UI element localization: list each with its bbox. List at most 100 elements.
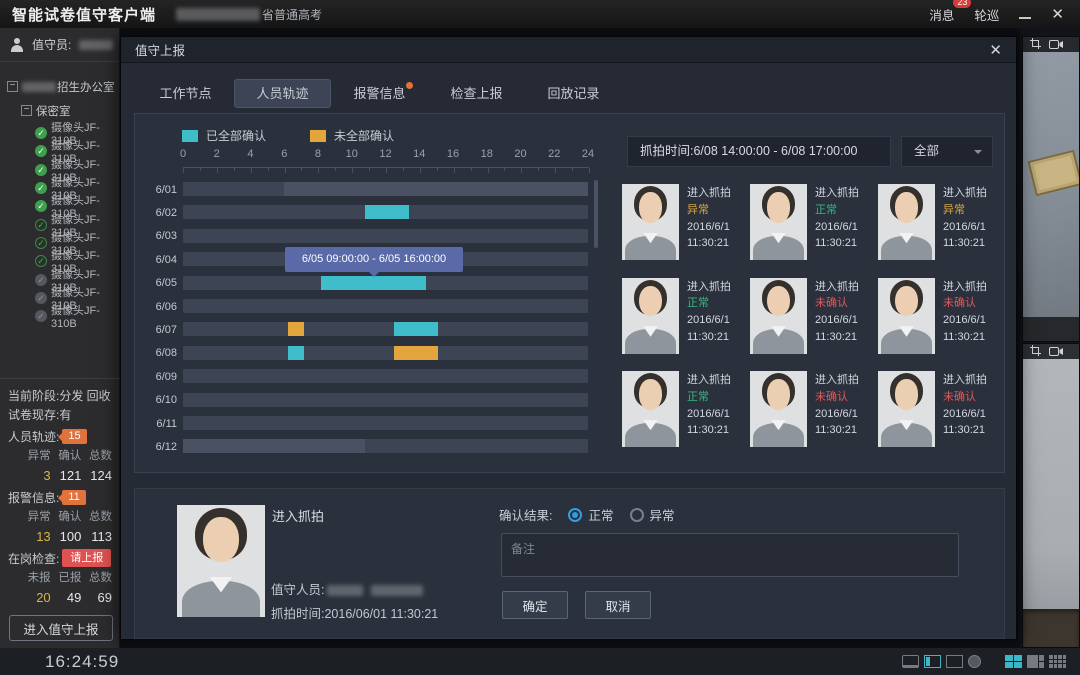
timeline-scrollbar[interactable] bbox=[594, 180, 598, 248]
tree-node-office[interactable]: 招生办公室 bbox=[0, 76, 119, 97]
sidebar-layout-icon[interactable] bbox=[924, 655, 941, 668]
timeline-track[interactable] bbox=[183, 229, 588, 243]
timeline-segment-confirmed[interactable] bbox=[394, 322, 438, 336]
capture-card[interactable]: 进入抓拍未确认2016/6/111:30:21 bbox=[878, 371, 1006, 465]
confirm-button[interactable]: 确定 bbox=[502, 591, 568, 619]
dialog-header: 值守上报 ✕ bbox=[121, 37, 1016, 63]
grid-cell bbox=[1058, 664, 1062, 668]
collapse-icon[interactable] bbox=[7, 81, 18, 92]
radio-abnormal[interactable] bbox=[630, 508, 644, 522]
capture-card[interactable]: 进入抓拍正常2016/6/111:30:21 bbox=[622, 371, 750, 465]
timeline-track[interactable] bbox=[183, 299, 588, 313]
timeline-track[interactable] bbox=[183, 205, 588, 219]
screen-icon[interactable] bbox=[902, 655, 919, 668]
camera-item[interactable]: 摄像头JF-310B bbox=[0, 307, 119, 325]
timeline-segment-range[interactable] bbox=[284, 182, 588, 196]
timeline-track[interactable] bbox=[183, 393, 588, 407]
legend-unconfirmed-label: 未全部确认 bbox=[334, 127, 394, 144]
record-icon[interactable] bbox=[968, 655, 981, 668]
timeline-row: 6/01 bbox=[135, 178, 600, 201]
capture-card[interactable]: 进入抓拍异常2016/6/111:30:21 bbox=[622, 184, 750, 278]
grid-4x4-icon[interactable] bbox=[1049, 655, 1066, 668]
capture-card[interactable]: 进入抓拍未确认2016/6/111:30:21 bbox=[750, 278, 878, 372]
timeline-segment-confirmed[interactable] bbox=[288, 346, 305, 360]
grid-cell bbox=[1063, 664, 1067, 668]
axis-tick-label: 10 bbox=[346, 148, 358, 160]
tab-4[interactable]: 检查上报 bbox=[428, 79, 525, 108]
grid-cell bbox=[1058, 655, 1062, 659]
grid-1plus5-icon[interactable] bbox=[1027, 655, 1044, 668]
crop-icon[interactable] bbox=[1030, 343, 1041, 361]
tab-5[interactable]: 回放记录 bbox=[525, 79, 622, 108]
capture-card[interactable]: 进入抓拍未确认2016/6/111:30:21 bbox=[750, 371, 878, 465]
dialog-close-icon[interactable]: ✕ bbox=[989, 41, 1002, 59]
timeline-row-label: 6/05 bbox=[141, 277, 177, 289]
camera-icon[interactable] bbox=[1049, 36, 1063, 54]
camera-icon[interactable] bbox=[1049, 343, 1063, 361]
timeline-track[interactable] bbox=[183, 439, 588, 453]
timeline-segment-confirmed[interactable] bbox=[365, 205, 409, 219]
stage-label: 当前阶段: bbox=[8, 389, 59, 403]
camera-status-icon bbox=[35, 274, 47, 286]
tree-node-label: 保密室 bbox=[36, 103, 71, 119]
capture-type: 进入抓拍 bbox=[687, 185, 731, 202]
capture-filter-dropdown[interactable]: 全部 bbox=[901, 136, 993, 167]
patrol-button[interactable]: 轮巡 bbox=[974, 5, 999, 24]
grid-cell bbox=[1005, 662, 1013, 668]
timeline-segment-unconfirmed[interactable] bbox=[288, 322, 305, 336]
tab-3[interactable]: 报警信息 bbox=[331, 79, 428, 108]
video-feed-1[interactable] bbox=[1022, 36, 1080, 342]
tree-node-secure-room[interactable]: 保密室 bbox=[0, 100, 119, 121]
timeline-track[interactable] bbox=[183, 416, 588, 430]
redacted-person-name bbox=[327, 585, 363, 596]
capture-status: 未确认 bbox=[943, 295, 987, 312]
minimize-icon[interactable] bbox=[1019, 17, 1031, 19]
timeline-track[interactable] bbox=[183, 322, 588, 336]
enter-report-button[interactable]: 进入值守上报 bbox=[9, 615, 113, 641]
capture-status: 正常 bbox=[687, 389, 731, 406]
messages-button[interactable]: 消息 23 bbox=[929, 5, 954, 24]
messages-count-badge: 23 bbox=[953, 0, 971, 8]
note-textarea[interactable] bbox=[501, 533, 959, 577]
capture-type: 进入抓拍 bbox=[943, 185, 987, 202]
timeline-track[interactable] bbox=[183, 346, 588, 360]
timeline-segment-unconfirmed[interactable] bbox=[394, 346, 438, 360]
stat-col-header: 异常 bbox=[20, 447, 51, 466]
camera-status-icon bbox=[35, 127, 47, 139]
sidebar: 值守员: 招生办公室 保密室 摄像头JF-310B摄像头JF-310B摄像头JF… bbox=[0, 28, 120, 648]
grid-cell bbox=[1054, 660, 1058, 664]
capture-card[interactable]: 进入抓拍未确认2016/6/111:30:21 bbox=[878, 278, 1006, 372]
timeline-segment-range[interactable] bbox=[183, 439, 365, 453]
capture-card[interactable]: 进入抓拍异常2016/6/111:30:21 bbox=[878, 184, 1006, 278]
crop-icon[interactable] bbox=[1030, 36, 1041, 54]
legend-unconfirmed-swatch bbox=[310, 130, 326, 142]
grid-2x2-icon[interactable] bbox=[1005, 655, 1022, 668]
single-view-icon[interactable] bbox=[946, 655, 963, 668]
capture-status: 未确认 bbox=[815, 295, 859, 312]
camera-status-icon bbox=[35, 200, 47, 212]
capture-status: 未确认 bbox=[943, 389, 987, 406]
radio-normal[interactable] bbox=[568, 508, 582, 522]
capture-card[interactable]: 进入抓拍正常2016/6/111:30:21 bbox=[750, 184, 878, 278]
video-toolbar bbox=[1023, 344, 1079, 359]
user-icon bbox=[10, 38, 24, 52]
tab-1[interactable]: 工作节点 bbox=[137, 79, 234, 108]
cancel-button[interactable]: 取消 bbox=[585, 591, 651, 619]
timeline-track[interactable] bbox=[183, 182, 588, 196]
layout-icon-group bbox=[902, 655, 1066, 668]
timeline-track[interactable] bbox=[183, 369, 588, 383]
video-feed-2[interactable] bbox=[1022, 343, 1080, 648]
grid-cell bbox=[1027, 655, 1038, 668]
capture-card[interactable]: 进入抓拍正常2016/6/111:30:21 bbox=[622, 278, 750, 372]
stat-section-badge[interactable]: 请上报 bbox=[62, 549, 111, 567]
collapse-icon[interactable] bbox=[21, 105, 32, 116]
clock: 16:24:59 bbox=[45, 652, 119, 672]
close-icon[interactable]: ✕ bbox=[1051, 5, 1064, 23]
chevron-down-icon bbox=[974, 150, 982, 158]
stat-value: 100 bbox=[51, 527, 82, 547]
timeline-segment-confirmed[interactable] bbox=[321, 276, 426, 290]
timeline-track[interactable] bbox=[183, 276, 588, 290]
capture-status: 未确认 bbox=[815, 389, 859, 406]
confirm-result-label: 确认结果: bbox=[499, 505, 552, 524]
tab-2[interactable]: 人员轨迹 bbox=[234, 79, 331, 108]
